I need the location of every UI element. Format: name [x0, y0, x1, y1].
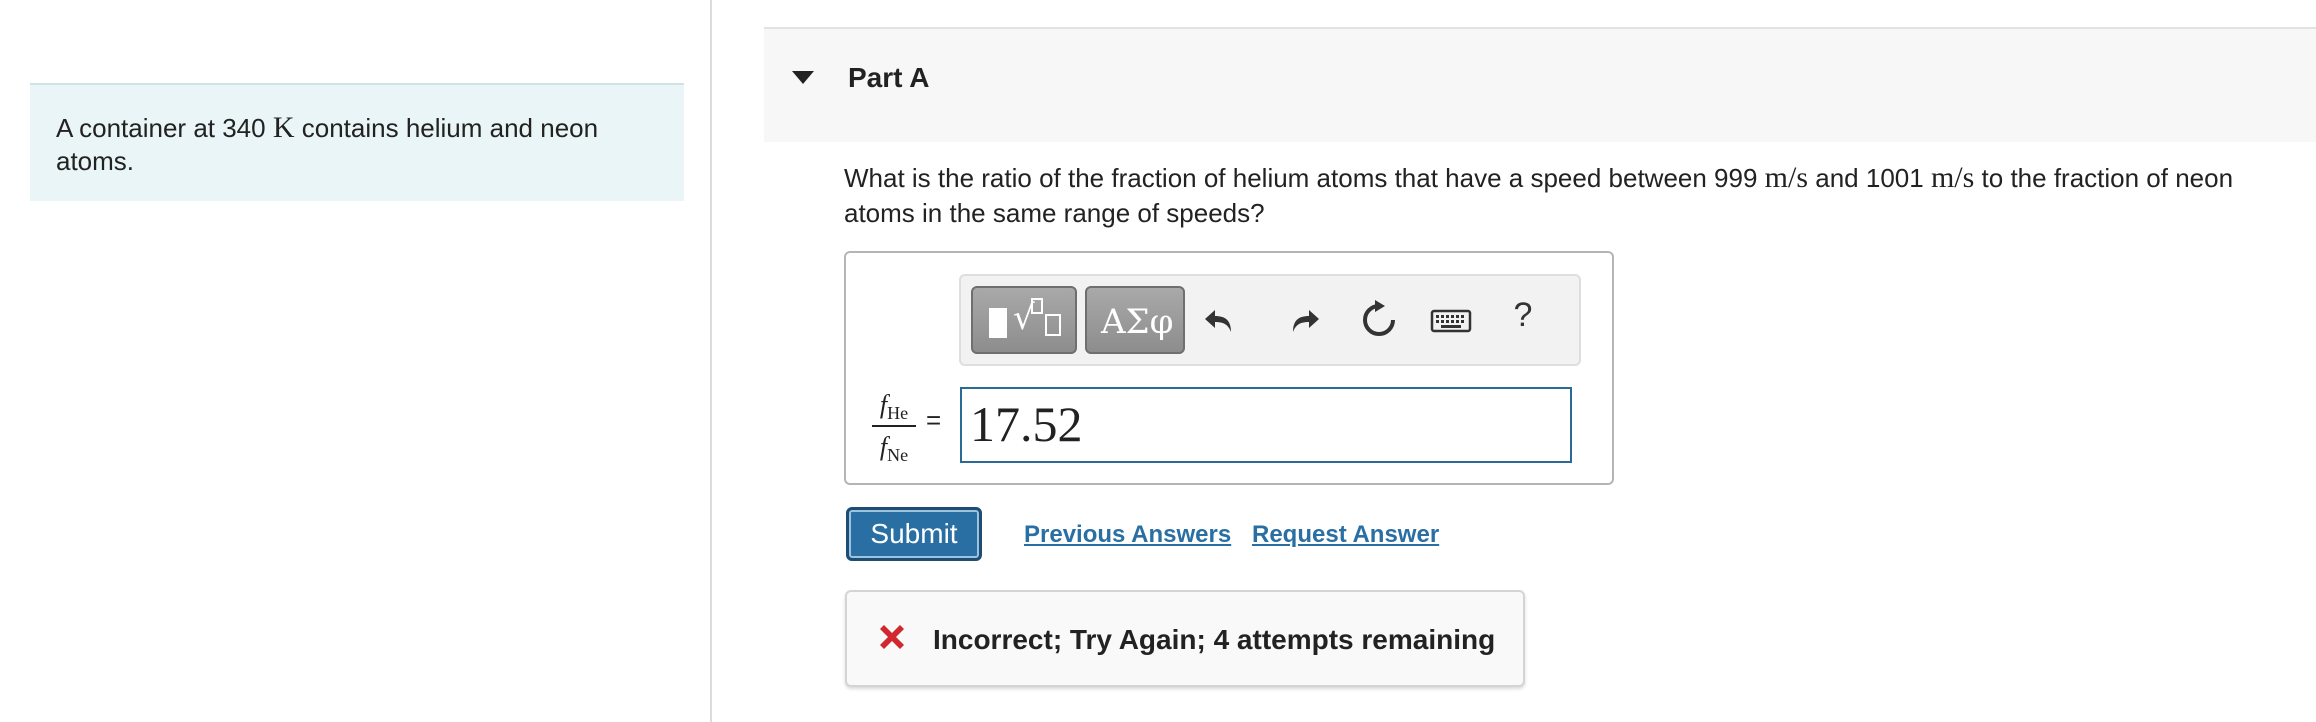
templates-button[interactable]: √: [971, 286, 1077, 354]
speed-unit-1: m/s: [1764, 161, 1809, 194]
collapse-caret-icon[interactable]: [792, 71, 814, 84]
undo-icon[interactable]: [1201, 298, 1245, 342]
request-answer-link[interactable]: Request Answer: [1252, 521, 1439, 549]
left-panel: A container at 340 K contains helium and…: [0, 0, 710, 722]
ratio-label: fHe fNe: [872, 389, 916, 466]
question-part-1: What is the ratio of the fraction of hel…: [844, 163, 1758, 193]
part-title: Part A: [848, 62, 930, 93]
question-text: What is the ratio of the fraction of hel…: [844, 160, 2294, 231]
feedback-text: Incorrect; Try Again; 4 attempts remaini…: [933, 624, 1496, 655]
math-toolbar: √ ΑΣφ ?: [959, 274, 1581, 366]
panel-divider: [710, 0, 712, 722]
question-part-2: and 1001: [1815, 163, 1924, 193]
problem-text-prefix: A container at 340: [56, 113, 266, 143]
submit-button[interactable]: Submit: [846, 507, 982, 561]
help-button[interactable]: ?: [1501, 296, 1545, 340]
keyboard-icon[interactable]: [1429, 298, 1473, 342]
template-box-icon: [1045, 314, 1061, 336]
fraction-bar: [872, 425, 916, 427]
incorrect-x-icon: [880, 625, 904, 649]
reset-icon[interactable]: [1357, 298, 1401, 342]
greek-symbols-button[interactable]: ΑΣφ: [1085, 286, 1185, 354]
part-header[interactable]: Part A: [764, 27, 2316, 142]
speed-unit-2: m/s: [1930, 161, 1975, 194]
equals-sign: =: [926, 405, 942, 435]
redo-icon[interactable]: [1279, 298, 1323, 342]
feedback-box: Incorrect; Try Again; 4 attempts remaini…: [845, 590, 1525, 687]
previous-answers-link[interactable]: Previous Answers: [1024, 521, 1231, 549]
template-box-icon: [1031, 298, 1043, 314]
ratio-denominator: fNe: [879, 432, 909, 466]
answer-box: √ ΑΣφ ? fHe fNe = 17.52: [844, 251, 1614, 485]
temperature-unit: K: [272, 111, 295, 144]
problem-statement: A container at 340 K contains helium and…: [30, 83, 684, 201]
ratio-numerator: fHe: [879, 390, 909, 424]
greek-symbols-label: ΑΣφ: [1101, 302, 1174, 342]
template-block-icon: [989, 308, 1007, 338]
answer-input[interactable]: 17.52: [960, 387, 1572, 463]
